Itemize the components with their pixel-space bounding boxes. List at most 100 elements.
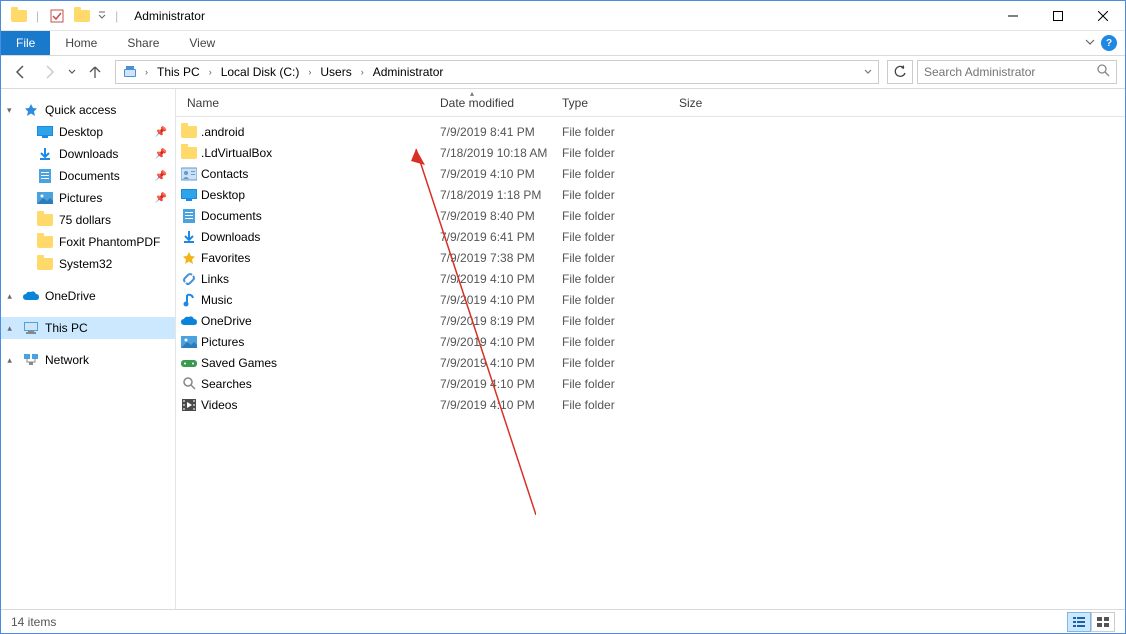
address-chevron-icon[interactable]: › [358, 67, 367, 77]
view-thumbnails-button[interactable] [1091, 612, 1115, 632]
file-row[interactable]: Favorites7/9/2019 7:38 PMFile folder [176, 247, 1125, 268]
qat-customize-icon[interactable] [97, 5, 107, 27]
tab-home[interactable]: Home [50, 31, 112, 55]
maximize-button[interactable] [1035, 1, 1080, 30]
address-bar[interactable]: › This PC › Local Disk (C:) › Users › Ad… [115, 60, 879, 84]
back-button[interactable] [9, 60, 33, 84]
nav-label: System32 [59, 257, 112, 271]
breadcrumb-segment[interactable]: Administrator [367, 61, 450, 83]
properties-qat-icon[interactable] [47, 6, 66, 25]
navbar: › This PC › Local Disk (C:) › Users › Ad… [1, 56, 1125, 89]
tab-file[interactable]: File [1, 31, 50, 55]
file-name: Pictures [201, 335, 244, 349]
file-name: .android [201, 125, 244, 139]
file-row[interactable]: Documents7/9/2019 8:40 PMFile folder [176, 205, 1125, 226]
address-chevron-icon[interactable]: › [305, 67, 314, 77]
nav-foxit[interactable]: Foxit PhantomPDF [1, 231, 175, 253]
search-input[interactable] [924, 65, 1097, 79]
searches-icon [181, 376, 197, 392]
file-row[interactable]: .LdVirtualBox7/18/2019 10:18 AMFile fold… [176, 142, 1125, 163]
address-dropdown-icon[interactable] [864, 68, 872, 76]
address-chevron-icon[interactable]: › [142, 67, 151, 77]
file-name: Searches [201, 377, 252, 391]
expand-icon[interactable]: ▸ [4, 326, 15, 331]
expand-icon[interactable]: ▾ [7, 105, 12, 116]
up-button[interactable] [83, 60, 107, 84]
minimize-button[interactable] [990, 1, 1035, 30]
nav-downloads[interactable]: Downloads 📌 [1, 143, 175, 165]
new-folder-qat-icon[interactable] [72, 6, 91, 25]
quick-access-icon [23, 102, 39, 118]
column-headers: ▴ Name Date modified Type Size [176, 89, 1125, 117]
file-row[interactable]: Music7/9/2019 4:10 PMFile folder [176, 289, 1125, 310]
column-date[interactable]: Date modified [434, 89, 556, 116]
address-chevron-icon[interactable]: › [206, 67, 215, 77]
refresh-button[interactable] [887, 60, 913, 84]
recent-locations-button[interactable] [65, 60, 79, 84]
forward-button[interactable] [37, 60, 61, 84]
pin-icon: 📌 [155, 149, 167, 160]
close-button[interactable] [1080, 1, 1125, 30]
desktop-icon [37, 124, 53, 140]
file-row[interactable]: Links7/9/2019 4:10 PMFile folder [176, 268, 1125, 289]
file-row[interactable]: Contacts7/9/2019 4:10 PMFile folder [176, 163, 1125, 184]
nav-system32[interactable]: System32 [1, 253, 175, 275]
breadcrumb-segment[interactable]: Local Disk (C:) [215, 61, 306, 83]
file-row[interactable]: Downloads7/9/2019 6:41 PMFile folder [176, 226, 1125, 247]
nav-desktop[interactable]: Desktop 📌 [1, 121, 175, 143]
expand-icon[interactable]: ▸ [4, 294, 15, 299]
file-row[interactable]: Searches7/9/2019 4:10 PMFile folder [176, 373, 1125, 394]
qat-separator: | [36, 9, 39, 23]
tab-view[interactable]: View [174, 31, 230, 55]
file-name: .LdVirtualBox [201, 146, 272, 160]
file-row[interactable]: .android7/9/2019 8:41 PMFile folder [176, 121, 1125, 142]
nav-pictures[interactable]: Pictures 📌 [1, 187, 175, 209]
file-name: Music [201, 293, 232, 307]
file-date: 7/9/2019 4:10 PM [434, 293, 556, 307]
contacts-icon [181, 166, 197, 182]
view-details-button[interactable] [1067, 612, 1091, 632]
file-date: 7/9/2019 4:10 PM [434, 335, 556, 349]
folder-icon [37, 256, 53, 272]
file-name: Contacts [201, 167, 248, 181]
file-type: File folder [556, 125, 673, 139]
search-box[interactable] [917, 60, 1117, 84]
breadcrumb-segment[interactable]: This PC [151, 61, 206, 83]
nav-this-pc[interactable]: ▸ This PC [1, 317, 175, 339]
file-row[interactable]: Desktop7/18/2019 1:18 PMFile folder [176, 184, 1125, 205]
nav-quick-access[interactable]: ▾ Quick access [1, 99, 175, 121]
onedrive-icon [23, 288, 39, 304]
file-row[interactable]: Pictures7/9/2019 4:10 PMFile folder [176, 331, 1125, 352]
file-type: File folder [556, 314, 673, 328]
file-date: 7/18/2019 10:18 AM [434, 146, 556, 160]
breadcrumb-segment[interactable]: Users [314, 61, 357, 83]
music-icon [181, 292, 197, 308]
nav-network[interactable]: ▸ Network [1, 349, 175, 371]
file-row[interactable]: Videos7/9/2019 4:10 PMFile folder [176, 394, 1125, 415]
address-root-icon[interactable] [118, 61, 142, 83]
file-type: File folder [556, 356, 673, 370]
nav-documents[interactable]: Documents 📌 [1, 165, 175, 187]
column-size[interactable]: Size [673, 89, 743, 116]
nav-label: Desktop [59, 125, 103, 139]
column-type[interactable]: Type [556, 89, 673, 116]
favorites-icon [181, 250, 197, 266]
nav-label: OneDrive [45, 289, 96, 303]
file-name: Saved Games [201, 356, 277, 370]
nav-75dollars[interactable]: 75 dollars [1, 209, 175, 231]
column-name[interactable]: Name [181, 89, 434, 116]
file-date: 7/9/2019 8:40 PM [434, 209, 556, 223]
nav-onedrive[interactable]: ▸ OneDrive [1, 285, 175, 307]
ribbon-expand-icon[interactable] [1085, 37, 1095, 50]
file-date: 7/18/2019 1:18 PM [434, 188, 556, 202]
search-icon[interactable] [1097, 64, 1110, 80]
file-date: 7/9/2019 4:10 PM [434, 377, 556, 391]
file-row[interactable]: OneDrive7/9/2019 8:19 PMFile folder [176, 310, 1125, 331]
tab-share[interactable]: Share [112, 31, 174, 55]
expand-icon[interactable]: ▸ [4, 358, 15, 363]
help-icon[interactable]: ? [1101, 35, 1117, 51]
file-row[interactable]: Saved Games7/9/2019 4:10 PMFile folder [176, 352, 1125, 373]
file-type: File folder [556, 272, 673, 286]
folder-icon [37, 212, 53, 228]
this-pc-icon [23, 320, 39, 336]
